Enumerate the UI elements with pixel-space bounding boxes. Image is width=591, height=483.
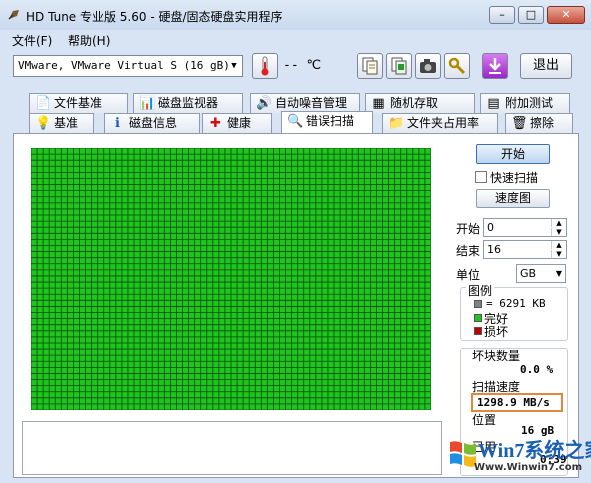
tab-folder-usage[interactable]: 📁 文件夹占用率 bbox=[382, 113, 498, 133]
speed-map-button[interactable]: 速度图 bbox=[476, 189, 550, 208]
window-title: HD Tune 专业版 5.60 - 硬盘/固态硬盘实用程序 bbox=[26, 10, 283, 24]
start-label: 开始 bbox=[456, 222, 481, 236]
speaker-icon: 🔊 bbox=[256, 96, 273, 111]
thermometer-icon bbox=[261, 56, 269, 76]
copy-all-icon bbox=[391, 57, 407, 75]
end-input-value: 16 bbox=[487, 243, 501, 256]
spin-up-icon[interactable]: ▲ bbox=[551, 241, 566, 249]
trash-icon: 🗑 bbox=[511, 116, 528, 131]
menu-file[interactable]: 文件(F) bbox=[12, 32, 52, 49]
spin-down-icon[interactable]: ▼ bbox=[551, 228, 566, 236]
tab-label: 磁盘监视器 bbox=[158, 96, 219, 110]
start-input[interactable]: 0 ▲ ▼ bbox=[483, 218, 567, 237]
chevron-down-icon: ▼ bbox=[231, 61, 237, 71]
watermark: Win7系统之家 Www.Winwin7.com bbox=[446, 432, 591, 480]
watermark-url: Www.Winwin7.com bbox=[474, 462, 583, 473]
close-button[interactable]: ✕ bbox=[547, 6, 585, 24]
info-icon: ℹ bbox=[115, 116, 120, 131]
tools-icon bbox=[448, 57, 466, 75]
copy-text-button[interactable] bbox=[357, 53, 383, 79]
health-cross-icon: ✚ bbox=[210, 116, 221, 131]
tab-file-benchmark[interactable]: 📄 文件基准 bbox=[29, 93, 128, 113]
tab-erase[interactable]: 🗑 擦除 bbox=[505, 113, 573, 133]
tab-label: 健康 bbox=[227, 116, 252, 130]
end-label: 结束 bbox=[456, 244, 481, 258]
tab-label: 磁盘信息 bbox=[129, 116, 178, 130]
drive-select[interactable]: VMware, VMware Virtual S (16 gB) ▼ bbox=[13, 55, 243, 77]
file-benchmark-icon: 📄 bbox=[35, 96, 52, 111]
thermometer-button[interactable] bbox=[252, 53, 278, 79]
download-arrow-icon bbox=[489, 58, 501, 74]
random-access-icon: ▦ bbox=[372, 96, 385, 111]
tab-label: 文件夹占用率 bbox=[407, 116, 480, 130]
lightbulb-icon: 💡 bbox=[35, 116, 52, 131]
minimize-button[interactable]: – bbox=[489, 6, 515, 24]
tab-health[interactable]: ✚ 健康 bbox=[202, 113, 272, 133]
spin-up-icon[interactable]: ▲ bbox=[551, 219, 566, 227]
scan-log-area bbox=[22, 421, 442, 475]
drive-select-value: VMware, VMware Virtual S (16 gB) bbox=[18, 59, 230, 72]
scan-block-map bbox=[31, 148, 431, 410]
tab-label: 错误扫描 bbox=[306, 114, 355, 128]
camera-icon bbox=[420, 59, 436, 73]
unit-label: 单位 bbox=[456, 268, 481, 282]
scan-speed-value: 1298.9 MB/s bbox=[471, 393, 563, 412]
bad-swatch bbox=[474, 327, 482, 335]
tab-disk-info[interactable]: ℹ 磁盘信息 bbox=[104, 113, 200, 133]
bad-blocks-value: 0.0 % bbox=[520, 363, 554, 376]
watermark-brand: Win7系统之家 bbox=[478, 440, 591, 462]
menu-help[interactable]: 帮助(H) bbox=[68, 32, 110, 49]
bad-blocks-label: 坏块数量 bbox=[472, 349, 521, 363]
tab-label: 附加测试 bbox=[505, 96, 554, 110]
tab-label: 自动噪音管理 bbox=[275, 96, 348, 110]
position-label: 位置 bbox=[472, 413, 497, 427]
tab-disk-monitor[interactable]: 📊 磁盘监视器 bbox=[133, 93, 243, 113]
unit-select-value: GB bbox=[520, 267, 537, 280]
app-icon bbox=[7, 8, 21, 22]
exit-button[interactable]: 退出 bbox=[520, 53, 572, 79]
tab-label: 随机存取 bbox=[390, 96, 439, 110]
chevron-down-icon: ▼ bbox=[555, 269, 562, 278]
copy-icon bbox=[362, 57, 378, 75]
ok-swatch bbox=[474, 314, 482, 322]
temperature-readout: -- ℃ bbox=[283, 58, 322, 73]
options-button[interactable] bbox=[444, 53, 470, 79]
copy-all-button[interactable] bbox=[386, 53, 412, 79]
tab-error-scan[interactable]: 🔍 错误扫描 bbox=[281, 111, 373, 133]
tab-label: 擦除 bbox=[530, 116, 555, 130]
tab-label: 文件基准 bbox=[54, 96, 103, 110]
quick-scan-label: 快速扫描 bbox=[490, 171, 539, 185]
legend-block-size: = 6291 KB bbox=[486, 297, 546, 310]
tab-benchmark[interactable]: 💡 基准 bbox=[29, 113, 94, 133]
tab-random-access[interactable]: ▦ 随机存取 bbox=[365, 93, 475, 113]
unit-select[interactable]: GB ▼ bbox=[516, 264, 566, 283]
download-button[interactable] bbox=[482, 53, 508, 79]
magnifier-icon: 🔍 bbox=[287, 114, 304, 129]
quick-scan-checkbox[interactable] bbox=[475, 171, 487, 183]
tab-label: 基准 bbox=[54, 116, 79, 130]
tab-aam[interactable]: 🔊 自动噪音管理 bbox=[250, 93, 360, 113]
end-input[interactable]: 16 ▲ ▼ bbox=[483, 240, 567, 259]
start-scan-button[interactable]: 开始 bbox=[476, 144, 550, 164]
block-swatch bbox=[474, 300, 482, 308]
extra-tests-icon: ▤ bbox=[487, 96, 500, 111]
screenshot-button[interactable] bbox=[415, 53, 441, 79]
tab-extra-tests[interactable]: ▤ 附加测试 bbox=[480, 93, 570, 113]
maximize-button[interactable]: □ bbox=[518, 6, 544, 24]
folder-icon: 📁 bbox=[388, 116, 405, 131]
disk-monitor-icon: 📊 bbox=[139, 96, 156, 111]
spin-down-icon[interactable]: ▼ bbox=[551, 250, 566, 258]
legend-bad: 损坏 bbox=[484, 325, 509, 339]
start-input-value: 0 bbox=[487, 221, 494, 234]
